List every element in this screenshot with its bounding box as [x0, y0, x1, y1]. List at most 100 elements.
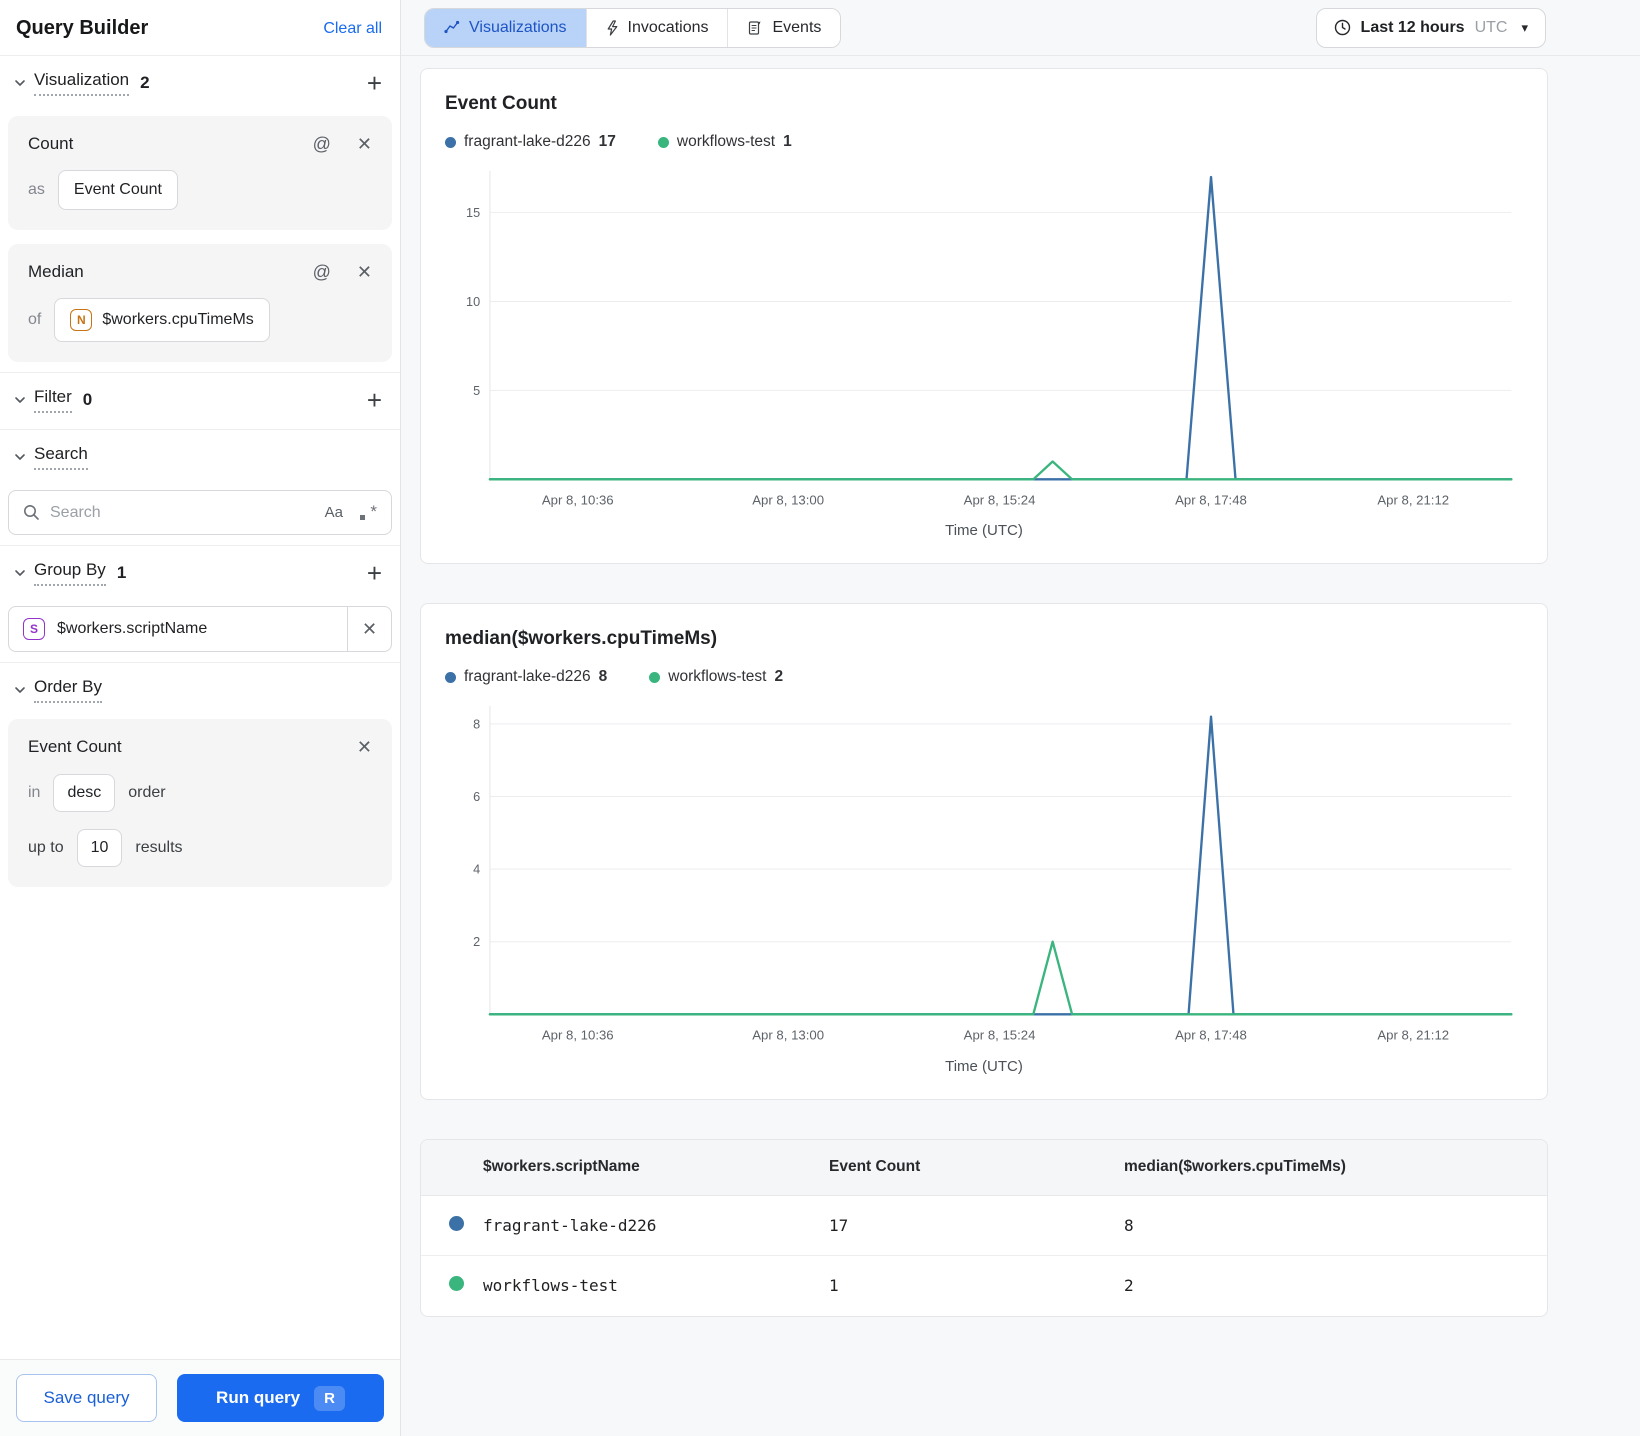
chevron-down-icon[interactable] — [10, 683, 30, 697]
median-cell: 8 — [1124, 1195, 1547, 1257]
group-by-section: Group By 1 + — [0, 546, 400, 592]
close-icon[interactable]: ✕ — [357, 135, 372, 153]
tab-visualizations[interactable]: Visualizations — [425, 8, 586, 47]
x-axis-title: Time (UTC) — [945, 522, 1023, 540]
group-by-section-label[interactable]: Group By — [34, 560, 106, 586]
string-type-icon: S — [23, 618, 45, 640]
script-name-cell: fragrant-lake-d226 — [483, 1195, 829, 1257]
search-section-label[interactable]: Search — [34, 444, 88, 470]
add-filter-button[interactable]: + — [365, 387, 384, 413]
field-value: $workers.cpuTimeMs — [102, 311, 254, 328]
table-header-row: $workers.scriptName Event Count median($… — [421, 1139, 1547, 1197]
legend-series-name: workflows-test — [668, 668, 767, 686]
svg-text:Apr 8, 17:48: Apr 8, 17:48 — [1175, 493, 1247, 508]
visualization-card-median: Median @ ✕ of N $workers.cpuTimeMs — [8, 244, 392, 362]
legend-dot-icon — [445, 136, 456, 148]
close-icon[interactable]: ✕ — [357, 263, 372, 281]
page-title: Query Builder — [16, 17, 149, 39]
query-builder-sidebar: Query Builder Clear all Visualization 2 … — [0, 0, 401, 1436]
chart-icon — [444, 20, 460, 35]
median-field-selector[interactable]: N $workers.cpuTimeMs — [54, 298, 270, 342]
legend-item[interactable]: workflows-test 1 — [657, 133, 792, 151]
event-count-chart[interactable]: 5 10 15 Apr 8, 10:36 Apr 8, 13:00 Apr 8, 15:2… — [445, 161, 1523, 520]
group-by-count: 1 — [116, 563, 127, 582]
close-icon[interactable]: ✕ — [357, 738, 372, 756]
mention-icon[interactable]: @ — [313, 263, 331, 281]
chart-legend: fragrant-lake-d226 17 workflows-test 1 — [445, 133, 1523, 151]
tab-events[interactable]: Events — [727, 8, 841, 47]
regex-icon[interactable]: * — [359, 502, 377, 522]
mention-icon[interactable]: @ — [313, 135, 331, 153]
add-group-by-button[interactable]: + — [365, 560, 384, 586]
chevron-down-icon[interactable] — [10, 566, 30, 580]
visualization-function-label: Count — [28, 134, 74, 153]
up-to-label: up to — [28, 839, 64, 856]
main-content: Visualizations Invocations Events Last 1… — [401, 0, 1640, 1436]
chart-legend: fragrant-lake-d226 8 workflows-test 2 — [445, 668, 1523, 686]
match-case-icon[interactable]: Aa — [325, 504, 343, 521]
results-table-card: $workers.scriptName Event Count median($… — [420, 1138, 1548, 1317]
order-by-field-label: Event Count — [28, 737, 122, 756]
visualization-card-count: Count @ ✕ as Event Count — [8, 116, 392, 230]
event-count-alias-field[interactable]: Event Count — [57, 170, 178, 210]
svg-text:6: 6 — [473, 790, 480, 804]
svg-text:4: 4 — [473, 863, 480, 877]
clock-icon — [1334, 19, 1351, 36]
order-by-section-label[interactable]: Order By — [34, 677, 103, 703]
legend-series-name: fragrant-lake-d226 — [464, 133, 591, 150]
as-label: as — [28, 181, 45, 198]
legend-series-total: 8 — [598, 668, 608, 686]
tab-invocations[interactable]: Invocations — [585, 8, 728, 47]
svg-text:10: 10 — [466, 295, 480, 309]
median-cputime-chart[interactable]: 2 4 6 8 Apr 8, 10:36 Apr 8, 13:00 Apr 8, 15:24… — [445, 696, 1523, 1055]
table-row[interactable]: workflows-test 1 2 — [421, 1256, 1547, 1316]
lightning-icon — [606, 19, 619, 36]
median-cell: 2 — [1124, 1276, 1134, 1296]
search-input[interactable] — [50, 503, 315, 522]
app-root: Query Builder Clear all Visualization 2 … — [0, 0, 1640, 1436]
median-cputime-chart-card: median($workers.cpuTimeMs) fragrant-lake… — [420, 603, 1548, 1100]
table-row[interactable]: fragrant-lake-d226 17 8 — [421, 1195, 1547, 1257]
add-visualization-button[interactable]: + — [365, 70, 384, 96]
column-script-name[interactable]: $workers.scriptName — [483, 1139, 829, 1197]
legend-item[interactable]: workflows-test 2 — [649, 668, 783, 686]
dropdown-caret-icon: ▾ — [1521, 19, 1528, 35]
run-query-shortcut-badge: R — [314, 1385, 345, 1411]
series-dot-icon — [449, 1275, 464, 1291]
time-range-value: Last 12 hours — [1360, 18, 1465, 36]
svg-text:Apr 8, 10:36: Apr 8, 10:36 — [542, 1028, 614, 1043]
column-event-count[interactable]: Event Count — [829, 1139, 1124, 1197]
tab-label: Visualizations — [469, 18, 567, 36]
number-type-icon: N — [70, 309, 93, 331]
order-by-section: Order By — [0, 663, 400, 709]
chevron-down-icon[interactable] — [10, 393, 30, 407]
sidebar-header: Query Builder Clear all — [0, 0, 400, 56]
chevron-down-icon[interactable] — [10, 450, 30, 464]
group-by-item[interactable]: S $workers.scriptName ✕ — [8, 606, 392, 652]
x-axis-title: Time (UTC) — [945, 1057, 1023, 1075]
column-median[interactable]: median($workers.cpuTimeMs) — [1124, 1139, 1547, 1197]
remove-group-by-button[interactable]: ✕ — [347, 607, 391, 651]
order-direction-select[interactable]: desc — [53, 774, 116, 812]
view-tabs: Visualizations Invocations Events — [424, 7, 842, 48]
legend-item[interactable]: fragrant-lake-d226 17 — [445, 133, 616, 151]
run-query-button[interactable]: Run query R — [177, 1374, 384, 1422]
search-box: Aa * — [8, 490, 392, 535]
legend-item[interactable]: fragrant-lake-d226 8 — [445, 668, 607, 686]
svg-text:Apr 8, 15:24: Apr 8, 15:24 — [964, 1028, 1036, 1043]
events-icon — [747, 20, 763, 36]
legend-series-total: 1 — [783, 133, 792, 150]
chevron-down-icon[interactable] — [10, 76, 30, 90]
visualization-section-label[interactable]: Visualization — [34, 70, 130, 96]
filter-section-label[interactable]: Filter — [34, 387, 72, 413]
legend-series-name: workflows-test — [676, 133, 776, 150]
time-range-selector[interactable]: Last 12 hours UTC ▾ — [1315, 7, 1546, 48]
event-count-cell: 1 — [829, 1276, 839, 1296]
result-limit-input[interactable]: 10 — [76, 829, 123, 867]
save-query-button[interactable]: Save query — [16, 1374, 157, 1422]
close-icon[interactable]: ✕ — [362, 620, 377, 638]
clear-all-button[interactable]: Clear all — [323, 20, 382, 38]
svg-text:Apr 8, 13:00: Apr 8, 13:00 — [752, 493, 824, 508]
run-query-label: Run query — [216, 1388, 301, 1407]
series-dot-icon — [449, 1215, 464, 1231]
